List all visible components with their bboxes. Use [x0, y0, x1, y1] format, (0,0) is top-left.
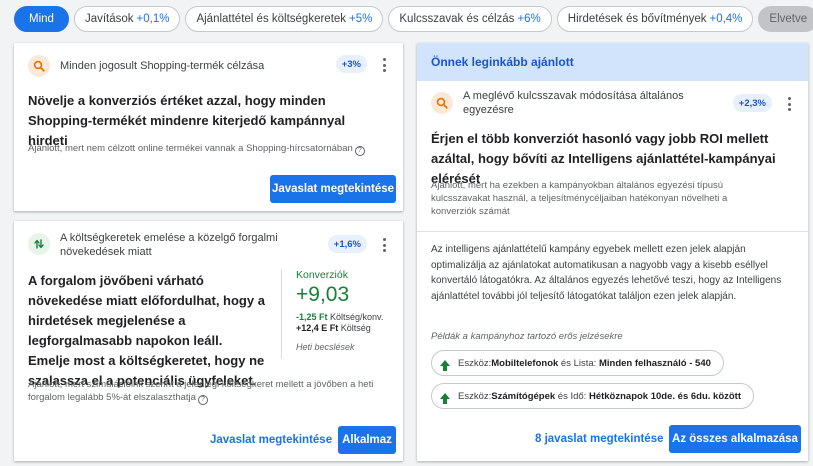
more-options-icon[interactable] [377, 55, 391, 72]
cost-per-conversion: -1,25 Ft Költség/konv. [296, 312, 384, 322]
card-reason: Ajánlott, mert nem célzott online termék… [28, 142, 398, 156]
apply-button[interactable]: Alkalmaz [338, 426, 396, 454]
recommendation-card-shopping: Minden jogosult Shopping-termék célzása … [14, 43, 403, 211]
filter-chip-keywords-targeting[interactable]: Kulcsszavak és célzás +6% [388, 6, 552, 32]
uplift-badge: +1,6% [327, 235, 367, 253]
card-head-title: A költségkeretek emelése a közelgő forga… [60, 232, 278, 258]
cost-change: +12,4 E Ft Költség [296, 323, 371, 333]
metric-divider [281, 269, 282, 359]
more-options-icon[interactable] [782, 89, 796, 111]
signal-chip: Eszköz: Mobiltelefonok és Lista: Minden … [431, 350, 724, 376]
top-recommended-banner: Önnek leginkább ajánlott [417, 43, 808, 81]
metric-value: +9,03 [296, 283, 350, 306]
trend-arrows-icon [28, 233, 50, 255]
filter-chip-ads-extensions[interactable]: Hirdetések és bővítmények +0,4% [556, 6, 754, 32]
card-head-title: A meglévő kulcsszavak módosítása általán… [463, 90, 684, 116]
arrow-up-icon [440, 360, 450, 371]
signal-chip: Eszköz: Számítógépek és Idő: Hétköznapok… [431, 383, 755, 409]
filter-chip-all[interactable]: Mind [14, 6, 69, 32]
card-head-title: Minden jogosult Shopping-termék célzása [60, 60, 265, 72]
arrow-up-icon [440, 393, 450, 404]
metric-label: Konverziók [296, 269, 348, 281]
filter-chip-dismissed[interactable]: Elvetve [758, 6, 813, 32]
recommendation-card-keywords: Önnek leginkább ajánlott A meglévő kulcs… [417, 43, 808, 461]
view-recommendation-button[interactable]: Javaslat megtekintése [210, 426, 332, 454]
section-divider [417, 231, 808, 232]
estimate-note: Heti becslések [296, 342, 355, 352]
apply-all-button[interactable]: Az összes alkalmazása [669, 425, 801, 453]
recommendation-card-budget: A költségkeretek emelése a közelgő forga… [14, 221, 403, 461]
more-options-icon[interactable] [377, 231, 391, 252]
search-icon [431, 92, 453, 114]
signals-heading: Példák a kampányhoz tartozó erős jelzése… [431, 331, 623, 342]
card-reason: Ajánlott, mert szimulációink szerint a j… [28, 379, 374, 405]
help-icon[interactable]: ? [197, 394, 208, 405]
search-icon [28, 55, 50, 77]
card-reason: Ajánlott, mert ha ezekben a kampányokban… [431, 180, 728, 217]
filter-chip-fixes[interactable]: Javítások +0,1% [73, 6, 181, 32]
filter-chip-bidding-budgets[interactable]: Ajánlattétel és költségkeretek +5% [185, 6, 384, 32]
view-recommendation-button[interactable]: Javaslat megtekintése [270, 175, 396, 203]
uplift-badge: +2,3% [732, 94, 772, 112]
metric-block: Konverziók +9,03 -1,25 Ft Költség/konv. … [296, 269, 401, 352]
signals-description: Az intelligens ajánlattételű kampány egy… [431, 244, 782, 302]
help-icon[interactable]: ? [354, 145, 365, 156]
uplift-badge: +3% [335, 55, 367, 73]
filter-chips: Mind Javítások +0,1% Ajánlattétel és költ… [14, 6, 813, 32]
card-title: A forgalom jövőbeni várható növekedése m… [28, 273, 265, 388]
view-all-recommendations-button[interactable]: 8 javaslat megtekintése [535, 425, 664, 453]
